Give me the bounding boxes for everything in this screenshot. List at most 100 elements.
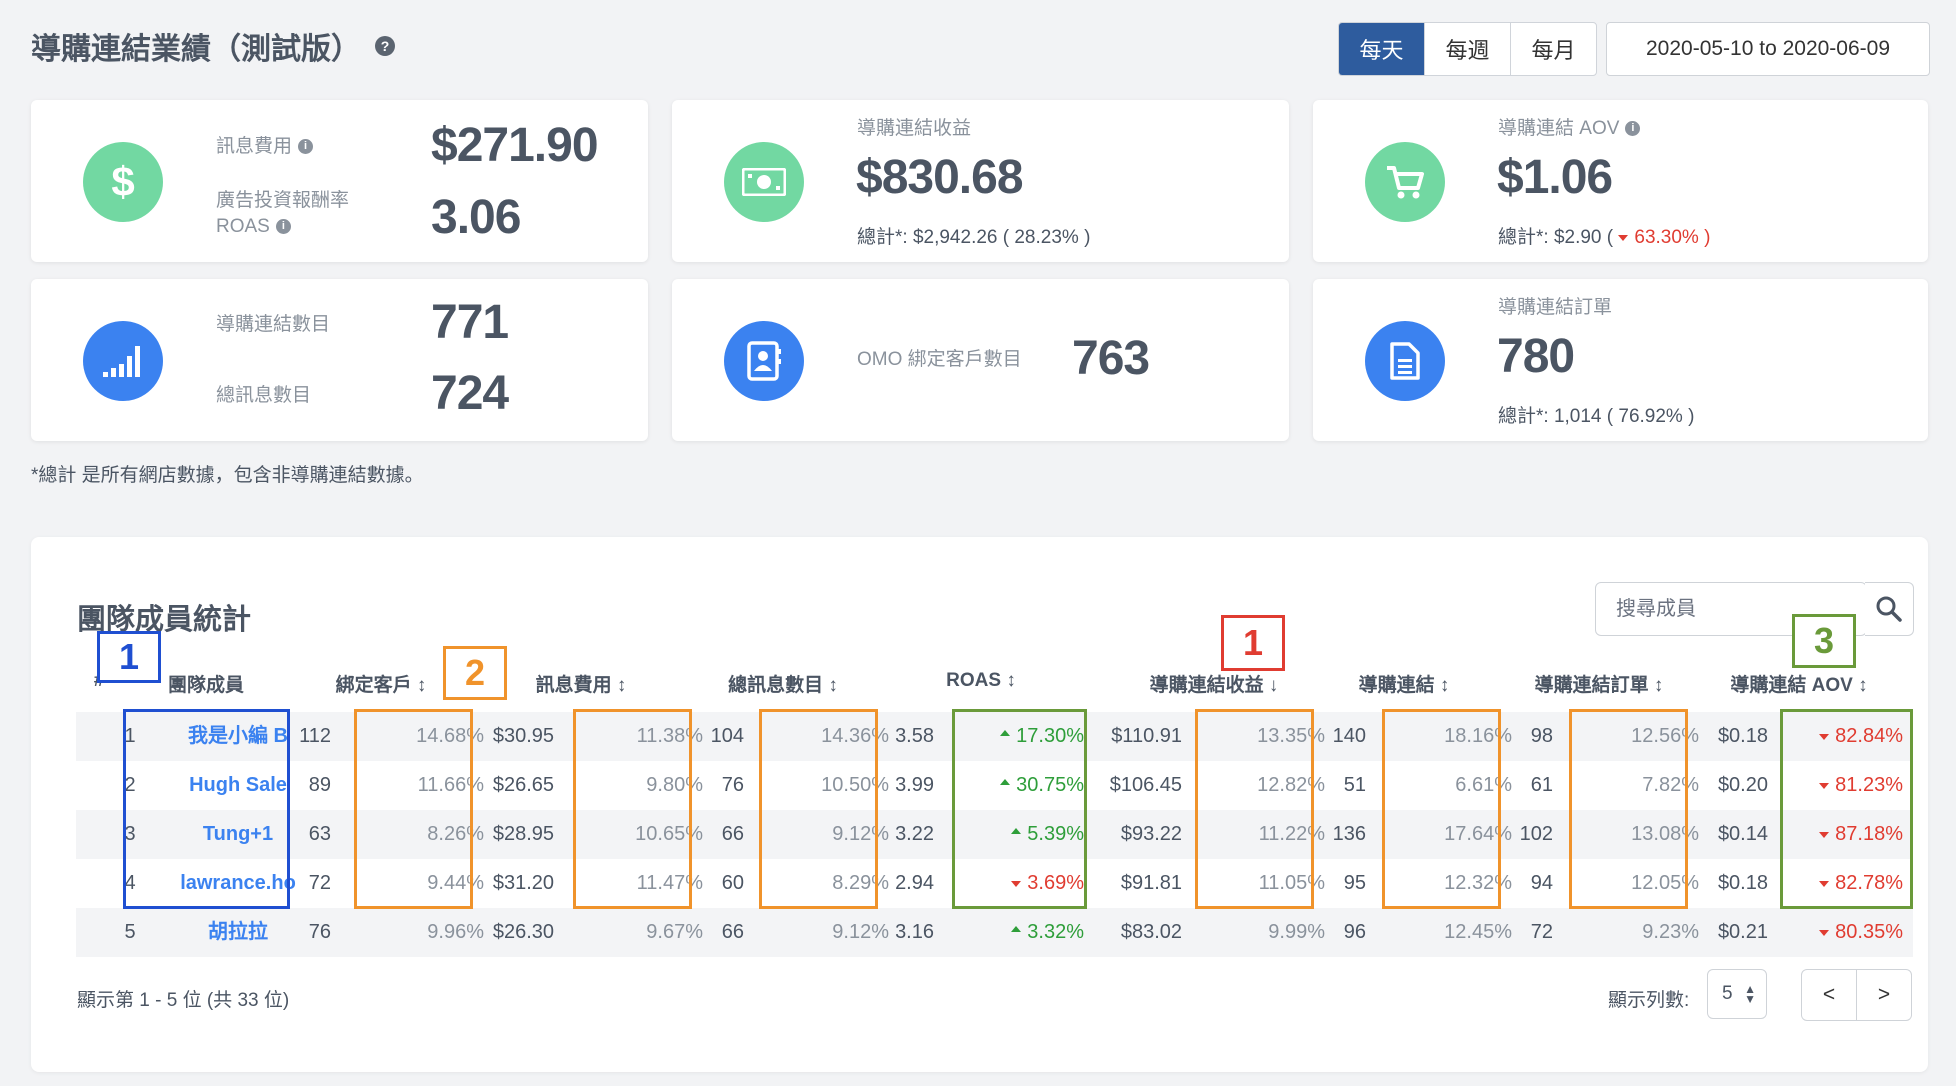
cell-aov: $0.20: [1717, 774, 1768, 796]
page-title-text: 導購連結業績（測試版）: [31, 33, 361, 66]
col-messages[interactable]: 總訊息數目 ↕: [728, 670, 838, 697]
orders-card: 導購連結訂單 780 總計*: 1,014 ( 76.92% ): [1313, 279, 1928, 441]
cell-message-cost: $31.20: [492, 872, 554, 894]
cell-customers: 76: [308, 921, 331, 943]
cell-message-cost: $28.95: [492, 823, 554, 845]
col-links[interactable]: 導購連結 ↕: [1359, 670, 1450, 697]
cell-orders: 102: [1519, 823, 1553, 845]
cell-messages-pct: 9.12%: [832, 921, 889, 943]
date-range-picker[interactable]: 2020-05-10 to 2020-06-09: [1606, 22, 1930, 76]
cell-revenue: $110.91: [1111, 725, 1182, 747]
cell-links: 136: [1332, 823, 1366, 845]
aov-total-change: 63.30%: [1618, 227, 1699, 248]
info-icon[interactable]: i: [275, 219, 291, 235]
info-icon[interactable]: i: [298, 139, 314, 155]
annotation-box: [573, 709, 692, 909]
team-stats-panel: 團隊成員統計 # 團隊成員 綁定客戶 ↕ 訊息費用 ↕ 總訊息數目 ↕ ROAS…: [31, 537, 1928, 1072]
search-button[interactable]: [1865, 582, 1914, 636]
annotation-box: [1780, 709, 1913, 909]
period-daily-button[interactable]: 每天: [1339, 23, 1425, 75]
change-value: 3.32%: [1027, 921, 1084, 943]
col-roas[interactable]: ROAS ↕: [946, 670, 1016, 692]
links-value: 771: [431, 296, 509, 349]
revenue-card: 導購連結收益 $830.68 總計*: $2,942.26 ( 28.23% ): [672, 100, 1289, 262]
table-row: 5 胡拉拉 76 9.96% $26.30 9.67% 66 9.12% 3.16 3.32% $8…: [76, 908, 1913, 957]
orders-value: 780: [1497, 330, 1575, 383]
roas-label-line2: ROAS: [216, 216, 270, 237]
period-monthly-button[interactable]: 每月: [1511, 23, 1596, 75]
cell-message-cost: $26.30: [492, 921, 554, 943]
rows-per-page-value: 5: [1722, 983, 1733, 1004]
search-icon: [1876, 596, 1902, 622]
cell-revenue: $83.02: [1120, 921, 1182, 943]
up-arrow-icon: [1011, 925, 1022, 932]
col-aov[interactable]: 導購連結 AOV ↕: [1730, 670, 1867, 697]
prev-page-button[interactable]: <: [1802, 970, 1857, 1020]
cell-aov: $0.18: [1717, 872, 1768, 894]
cash-icon: [724, 142, 804, 222]
col-customers[interactable]: 綁定客戶 ↕: [336, 670, 427, 697]
col-revenue[interactable]: 導購連結收益 ↓: [1150, 670, 1279, 697]
col-message-cost[interactable]: 訊息費用 ↕: [536, 670, 627, 697]
links-label: 導購連結數目: [216, 314, 331, 335]
omo-card: OMO 綁定客戶數目 763: [672, 279, 1289, 441]
message-cost-label: 訊息費用: [216, 136, 293, 157]
question-circle-icon[interactable]: ?: [375, 36, 395, 56]
annotation-box: [123, 709, 290, 909]
cell-member-name[interactable]: 胡拉拉: [208, 908, 268, 957]
cell-orders: 94: [1530, 872, 1553, 894]
document-icon: [1365, 321, 1445, 401]
cell-customers: 112: [299, 725, 331, 747]
message-cost-card: $ 訊息費用 i $271.90 廣告投資報酬率 ROAS i 3.06: [31, 100, 648, 262]
next-page-button[interactable]: >: [1857, 970, 1911, 1020]
message-cost-value: $271.90: [431, 119, 599, 172]
cell-revenue: $106.45: [1109, 774, 1182, 796]
aov-total-prefix: 總計*: $2.90 (: [1498, 227, 1614, 248]
cell-orders-pct: 9.23%: [1642, 921, 1699, 943]
annotation-label: 2: [443, 646, 507, 700]
sort-desc-icon: ↓: [1268, 675, 1279, 696]
roas-label-line1: 廣告投資報酬率: [216, 190, 350, 211]
cell-aov-change: 80.35%: [1819, 908, 1903, 957]
roas-label: 廣告投資報酬率 ROAS i: [216, 188, 349, 240]
dollar-icon: $: [83, 142, 163, 222]
sort-icon: ↕: [416, 675, 427, 696]
cell-customers: 89: [308, 774, 331, 796]
annotation-box: [952, 709, 1087, 909]
omo-label: OMO 綁定客戶數目: [857, 349, 1022, 370]
aov-total-suffix: ): [1704, 227, 1711, 248]
cell-links: 95: [1343, 872, 1366, 894]
orders-label: 導購連結訂單: [1498, 297, 1613, 318]
pagination: < >: [1801, 969, 1912, 1021]
change-value: 80.35%: [1835, 921, 1903, 943]
cell-orders: 72: [1530, 921, 1553, 943]
cell-revenue: $93.22: [1120, 823, 1182, 845]
messages-value: 724: [431, 367, 509, 420]
sort-icon: ↕: [1653, 675, 1664, 696]
annotation-box: [759, 709, 878, 909]
sort-icon: ↕: [828, 675, 838, 696]
cell-aov: $0.18: [1717, 725, 1768, 747]
annotation-label: 3: [1792, 614, 1856, 668]
rows-per-page-select[interactable]: 5 ▲ ▼: [1707, 969, 1767, 1019]
annotation-box: [1569, 709, 1688, 909]
period-weekly-button[interactable]: 每週: [1425, 23, 1511, 75]
signal-bars-icon: [83, 321, 163, 401]
cell-message-cost-pct: 9.67%: [646, 921, 703, 943]
revenue-label: 導購連結收益: [857, 118, 972, 139]
cell-roas: 3.16: [895, 921, 934, 943]
sort-icon: ↕: [1858, 675, 1868, 696]
col-orders[interactable]: 導購連結訂單 ↕: [1535, 670, 1664, 697]
pagination-info: 顯示第 1 - 5 位 (共 33 位): [77, 990, 290, 1011]
cell-messages: 60: [721, 872, 744, 894]
cell-messages: 66: [721, 823, 744, 845]
cell-messages: 66: [721, 921, 744, 943]
cell-messages: 104: [710, 725, 744, 747]
cell-aov: $0.14: [1717, 823, 1768, 845]
cell-links: 140: [1332, 725, 1366, 747]
cell-roas: 3.99: [895, 774, 934, 796]
sort-icon: ↕: [1439, 675, 1450, 696]
cell-customers-pct: 9.96%: [427, 921, 484, 943]
info-icon[interactable]: i: [1625, 121, 1641, 137]
annotation-box: [1195, 709, 1314, 909]
